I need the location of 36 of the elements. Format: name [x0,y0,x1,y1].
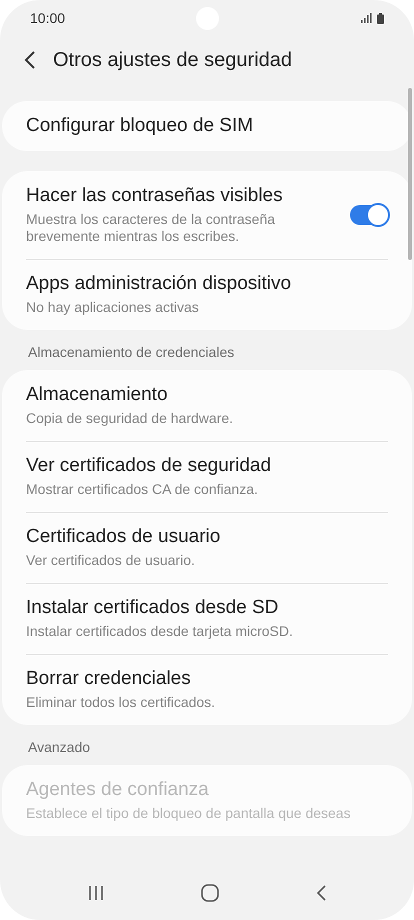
item-title: Almacenamiento [26,384,169,406]
status-time: 10:00 [30,10,66,26]
item-title: Certificados de usuario [26,526,222,548]
item-title: Configurar bloqueo de SIM [26,115,254,137]
item-subtitle: Mostrar certificados CA de confianza. [26,481,259,498]
settings-item[interactable]: Borrar credenciales Eliminar todos los certificados. [2,654,412,725]
item-title: Instalar certificados desde SD [26,597,280,619]
item-subtitle: Eliminar todos los certificados. [26,694,216,711]
back-icon[interactable] [316,885,326,901]
recent-apps-icon[interactable] [88,885,104,901]
settings-item[interactable]: Instalar certificados desde SD Instalar certificados desde tarjeta microSD. [2,583,412,654]
item-title: Borrar credenciales [26,668,192,690]
item-title: Hacer las contraseñas visibles [26,185,284,207]
item-title: Ver certificados de seguridad [26,455,272,477]
toggle-switch[interactable] [350,205,388,225]
section-heading: Almacenamiento de credenciales [27,344,236,360]
item-subtitle: Copia de seguridad de hardware. [26,410,234,427]
home-icon[interactable] [200,884,219,902]
page-title: Otros ajustes de seguridad [53,48,292,72]
item-subtitle: Instalar certificados desde tarjeta microSD. [26,623,294,640]
settings-item[interactable]: Almacenamiento Copia de seguridad de hardware. [2,370,412,441]
item-title: Apps administración dispositivo [26,273,292,295]
settings-item[interactable]: Certificados de usuario Ver certificados de usuario. [2,512,412,583]
settings-item[interactable]: Hacer las contraseñas visibles Muestra los caracteres de la contraseña brevemente mientras los escribes. [2,171,412,259]
settings-item[interactable]: Apps administración dispositivo No hay aplicaciones activas [2,259,412,330]
section-heading: Avanzado [27,739,92,755]
item-subtitle: Muestra los caracteres de la contraseña brevemente mientras los escribes. [26,211,276,245]
settings-item[interactable]: Ver certificados de seguridad Mostrar certificados CA de confianza. [2,441,412,512]
item-title: Agentes de confianza [26,779,210,801]
item-subtitle: Establece el tipo de bloqueo de pantalla que deseas [26,805,352,822]
signal-icon [361,13,372,23]
item-subtitle: No hay aplicaciones activas [26,299,200,316]
battery-icon [377,12,384,24]
back-icon[interactable] [24,51,35,69]
settings-item[interactable]: Configurar bloqueo de SIM [2,101,412,151]
item-subtitle: Ver certificados de usuario. [26,552,196,569]
